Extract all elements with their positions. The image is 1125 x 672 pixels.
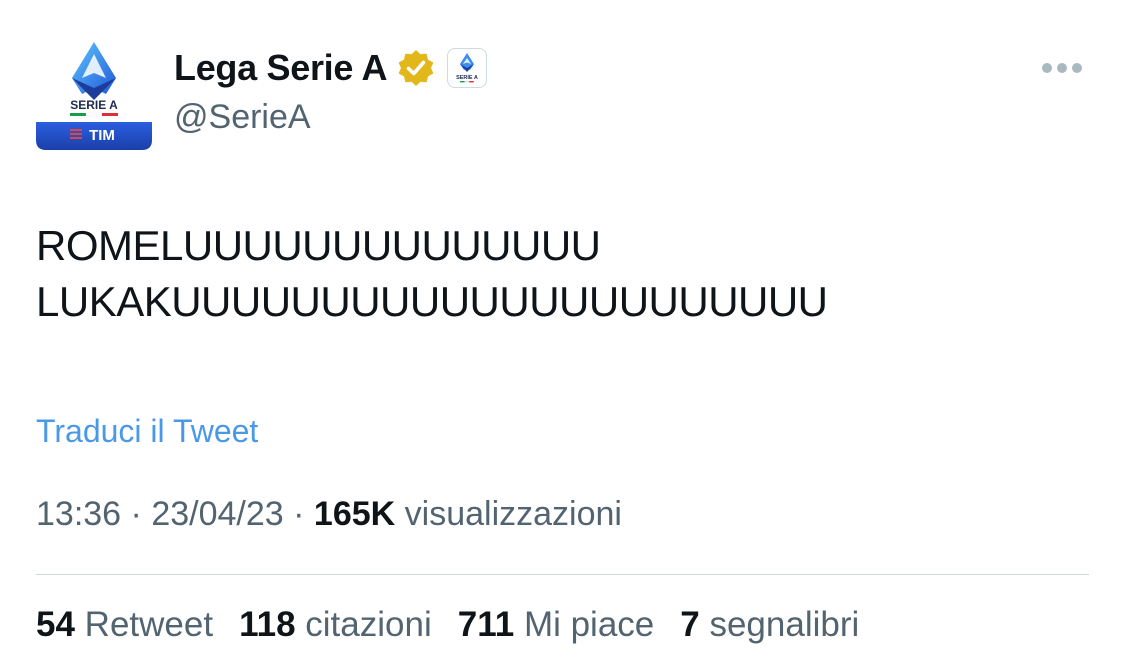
gold-verified-checkmark-icon[interactable] [397, 49, 435, 87]
retweets-label: Retweet [84, 605, 214, 644]
display-name[interactable]: Lega Serie A [174, 47, 387, 89]
serie-a-tim-logo: SERIE A TIM [36, 42, 152, 150]
translate-tweet-link[interactable]: Traduci il Tweet [36, 413, 258, 450]
tweet-text: ROMELUUUUUUUUUUUUUU LUKAKUUUUUUUUUUUUUUUU… [36, 218, 828, 330]
divider [36, 574, 1089, 575]
tweet-line-1: ROMELUUUUUUUUUUUUUU [36, 222, 601, 269]
name-row: Lega Serie A SERIE A [174, 40, 488, 96]
affiliate-text: SERIE A [456, 75, 478, 81]
tweet-meta: 13:36 · 23/04/23 · 165K visualizzazioni [36, 495, 622, 534]
tweet-line-2: LUKAKUUUUUUUUUUUUUUUUUUUUUU [36, 278, 828, 325]
quotes-count: 118 [239, 605, 296, 644]
avatar[interactable]: SERIE A TIM [36, 40, 152, 150]
more-options-icon[interactable] [1040, 60, 1084, 76]
handle[interactable]: @SerieA [174, 98, 487, 137]
retweets-count: 54 [36, 605, 75, 644]
meta-separator: · [130, 495, 142, 533]
views-count: 165K [313, 495, 396, 533]
retweets-stat[interactable]: 54 Retweet [36, 605, 213, 645]
tweet-time[interactable]: 13:36 [36, 495, 121, 533]
bookmarks-label: segnalibri [709, 605, 860, 644]
tweet-date[interactable]: 23/04/23 [151, 495, 283, 533]
meta-separator: · [293, 495, 305, 533]
bookmarks-count: 7 [680, 605, 700, 644]
likes-stat[interactable]: 711 Mi piace [458, 605, 655, 645]
quotes-label: citazioni [305, 605, 432, 644]
views-label: visualizzazioni [404, 495, 622, 533]
likes-label: Mi piace [523, 605, 655, 644]
serie-a-affiliate-badge[interactable]: SERIE A [447, 48, 488, 88]
engagement-stats: 54 Retweet 118 citazioni 711 Mi piace 7 … [36, 605, 885, 645]
quotes-stat[interactable]: 118 citazioni [239, 605, 432, 645]
bookmarks-stat[interactable]: 7 segnalibri [680, 605, 859, 645]
likes-count: 711 [457, 605, 515, 644]
author-block: Lega Serie A SERIE A @SerieA [174, 40, 488, 137]
avatar-text-top: SERIE A [70, 98, 118, 112]
avatar-text-bottom: TIM [89, 127, 115, 144]
